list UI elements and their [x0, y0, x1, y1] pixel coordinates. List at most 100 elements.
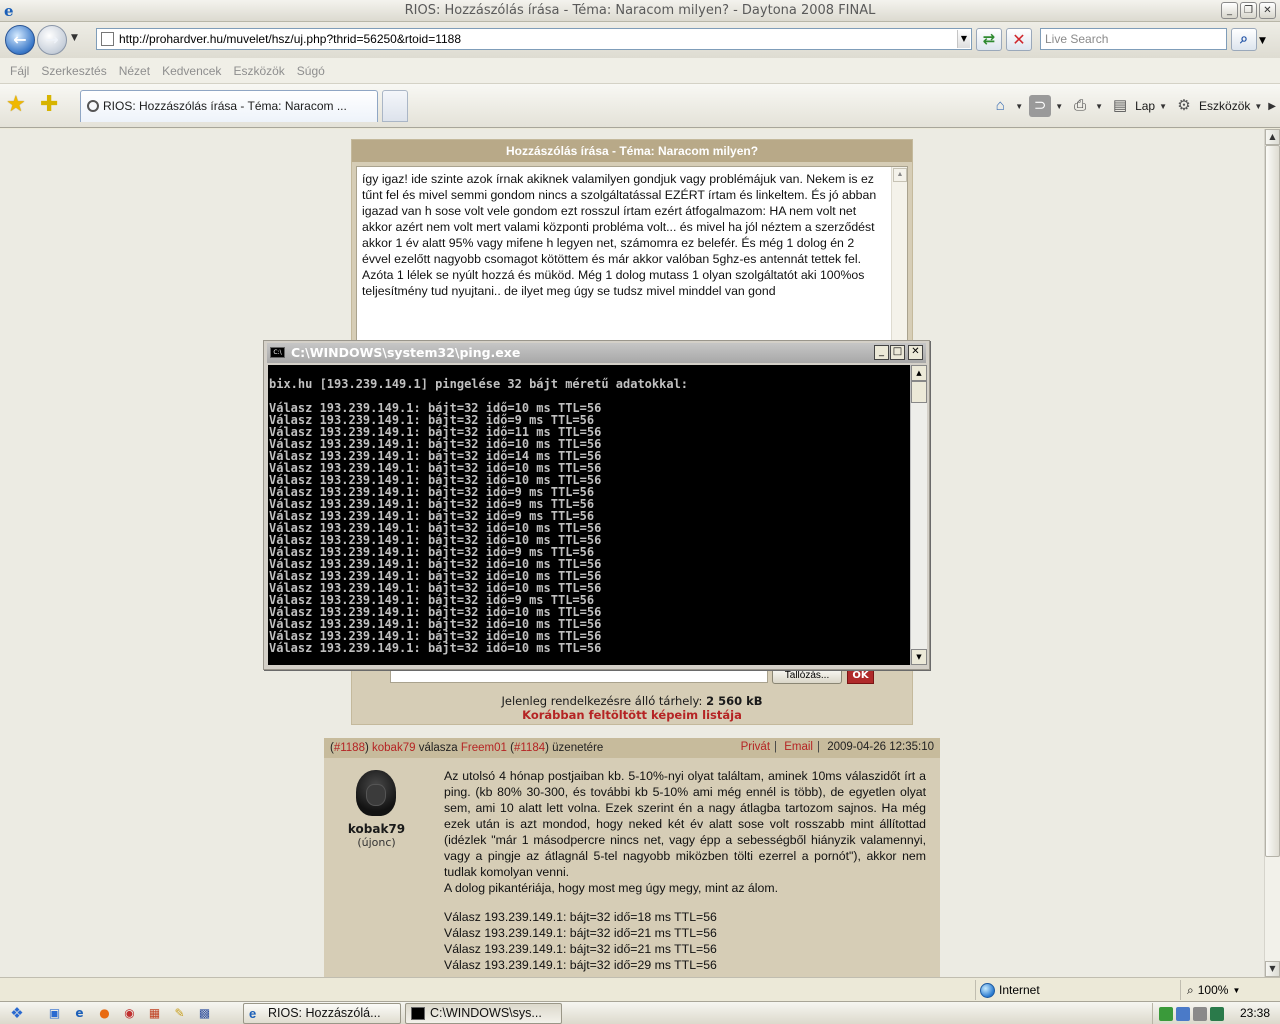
message-textarea[interactable]: így igaz! ide szinte azok írnak akiknek … — [356, 166, 908, 356]
tray-network-icon[interactable] — [1176, 1006, 1190, 1021]
tools-menu-label: Eszközök — [1199, 99, 1251, 113]
post-user-rank: (újonc) — [357, 836, 396, 849]
previous-images-link[interactable]: Korábban feltöltött képeim listája — [352, 708, 912, 722]
scroll-thumb[interactable] — [1265, 145, 1280, 857]
zoom-control[interactable]: ⌕ 100% ▼ — [1180, 980, 1240, 1000]
storage-value: 2 560 kB — [706, 694, 763, 708]
reply-word: válasza — [418, 742, 458, 754]
scroll-up-icon[interactable]: ▲ — [1265, 129, 1280, 145]
console-output: bix.hu [193.239.149.1] pingelése 32 bájt… — [268, 365, 910, 665]
menu-tools[interactable]: Eszközök — [227, 64, 290, 78]
quicklaunch-app-icon[interactable]: ◉ — [121, 1005, 138, 1022]
address-dropdown-icon[interactable]: ▼ — [957, 30, 970, 48]
page-icon: ▤ — [1112, 97, 1128, 114]
console-line: Válasz 193.239.149.1: bájt=32 idő=10 ms … — [269, 641, 602, 655]
storage-info: Jelenleg rendelkezésre álló tárhely: 2 5… — [352, 694, 912, 708]
image-upload-input[interactable] — [390, 669, 768, 683]
post-id-link[interactable]: #1188 — [334, 742, 365, 754]
menu-file[interactable]: Fájl — [4, 64, 35, 78]
post-paragraph: A dolog pikantériája, hogy most meg úgy … — [444, 881, 779, 895]
console-minimize-button[interactable]: _ — [874, 345, 889, 360]
reply-to-user-link[interactable]: Freem01 — [461, 742, 507, 754]
post-timestamp: 2009-04-26 12:35:10 — [827, 741, 934, 753]
taskbar-button-console[interactable]: C:\WINDOWS\sys... — [405, 1003, 562, 1024]
minimize-button[interactable]: _ — [1221, 2, 1238, 19]
home-button[interactable]: ⌂ ▼ — [989, 95, 1023, 117]
quicklaunch-desktop-icon[interactable]: ▣ — [46, 1005, 63, 1022]
menu-edit[interactable]: Szerkesztés — [35, 64, 112, 78]
post-ping-list: Válasz 193.239.149.1: bájt=32 idő=18 ms … — [444, 909, 926, 973]
scroll-down-icon[interactable]: ▼ — [911, 649, 927, 665]
printer-icon: ⎙ — [1074, 97, 1087, 114]
page-menu-label: Lap — [1135, 99, 1156, 113]
add-favorite-icon[interactable]: ✚ — [40, 92, 58, 117]
scroll-up-icon[interactable]: ▲ — [893, 168, 907, 182]
status-bar: Internet ⌕ 100% ▼ — [0, 977, 1280, 1001]
forward-button[interactable]: → — [37, 25, 67, 55]
post-header: (#1188) kobak79 válasza Freem01 (#1184) … — [324, 738, 940, 758]
email-link[interactable]: Email — [784, 741, 813, 753]
console-window[interactable]: C:\ C:\WINDOWS\system32\ping.exe _ □ ✕ b… — [263, 340, 930, 670]
console-title: C:\WINDOWS\system32\ping.exe — [291, 345, 521, 360]
console-title-bar[interactable]: C:\ C:\WINDOWS\system32\ping.exe _ □ ✕ — [267, 343, 926, 363]
refresh-button[interactable]: ⇄ — [976, 28, 1002, 51]
textarea-scrollbar[interactable]: ▲ — [891, 167, 907, 355]
menu-favorites[interactable]: Kedvencek — [156, 64, 227, 78]
post-author-link[interactable]: kobak79 — [372, 742, 415, 754]
task-label: RIOS: Hozzászólá... — [268, 1006, 381, 1020]
url-text[interactable]: http://prohardver.hu/muvelet/hsz/uj.php?… — [119, 32, 461, 46]
ping-line: Válasz 193.239.149.1: bájt=32 idő=18 ms … — [444, 910, 717, 924]
tab-active[interactable]: RIOS: Hozzászólás írása - Téma: Naracom … — [80, 90, 378, 122]
history-dropdown-icon[interactable]: ▼ — [71, 33, 78, 43]
tray-excel-icon[interactable] — [1210, 1006, 1224, 1021]
search-button[interactable]: ⌕ — [1231, 28, 1257, 51]
search-input[interactable]: Live Search — [1040, 28, 1227, 50]
restore-button[interactable]: ❐ — [1240, 2, 1257, 19]
page-scrollbar[interactable]: ▲ ▼ — [1264, 129, 1280, 977]
scroll-down-icon[interactable]: ▼ — [1265, 961, 1280, 977]
console-scrollbar[interactable]: ▲ ▼ — [910, 365, 927, 665]
address-bar[interactable]: http://prohardver.hu/muvelet/hsz/uj.php?… — [96, 28, 972, 50]
browser-title-bar: e RIOS: Hozzászólás írása - Téma: Naraco… — [0, 0, 1280, 22]
zone-label: Internet — [999, 983, 1040, 997]
reply-to-id-link[interactable]: #1184 — [514, 742, 545, 754]
scroll-up-icon[interactable]: ▲ — [911, 365, 927, 381]
post-body: Az utolsó 4 hónap postjaiban kb. 5-10%-n… — [444, 768, 926, 973]
tray-app-icon[interactable] — [1193, 1006, 1207, 1021]
page-menu-button[interactable]: ▤ Lap ▼ — [1109, 95, 1167, 117]
chevron-more-icon[interactable]: ▶ — [1268, 101, 1276, 112]
back-button[interactable]: ← — [5, 25, 35, 55]
menu-help[interactable]: Súgó — [291, 64, 331, 78]
browse-button[interactable]: Tallózás... — [772, 668, 842, 684]
post-username[interactable]: kobak79 — [324, 822, 429, 836]
close-button[interactable]: ✕ — [1259, 2, 1276, 19]
search-options-dropdown-icon[interactable]: ▼ — [1259, 36, 1266, 46]
zoom-dropdown-icon[interactable]: ▼ — [1232, 986, 1240, 995]
feeds-button[interactable]: ⊃ ▼ — [1029, 95, 1063, 117]
start-button[interactable]: ❖ — [4, 1004, 30, 1023]
tray-users-icon[interactable] — [1159, 1006, 1173, 1021]
quicklaunch-app2-icon[interactable]: ▦ — [146, 1005, 163, 1022]
quicklaunch-ie-icon[interactable]: e — [71, 1005, 88, 1022]
ping-line: Válasz 193.239.149.1: bájt=32 idő=29 ms … — [444, 958, 717, 972]
scroll-thumb[interactable] — [911, 381, 927, 403]
ping-line: Válasz 193.239.149.1: bájt=32 idő=21 ms … — [444, 926, 717, 940]
tools-menu-button[interactable]: ⚙ Eszközök ▼ — [1173, 95, 1262, 117]
quicklaunch-app3-icon[interactable]: ✎ — [171, 1005, 188, 1022]
gear-icon: ⚙ — [1177, 97, 1191, 114]
quicklaunch-app4-icon[interactable]: ▩ — [196, 1005, 213, 1022]
console-close-button[interactable]: ✕ — [908, 345, 923, 360]
security-zone[interactable]: Internet — [975, 980, 1040, 1000]
new-tab-button[interactable] — [382, 90, 408, 122]
taskbar-button-browser[interactable]: e RIOS: Hozzászólá... — [243, 1003, 401, 1024]
favorites-center-star-icon[interactable]: ★ — [6, 92, 26, 117]
private-message-link[interactable]: Privát — [741, 741, 770, 753]
home-icon: ⌂ — [995, 97, 1005, 114]
console-maximize-button[interactable]: □ — [890, 345, 905, 360]
stop-button[interactable]: ✕ — [1006, 28, 1032, 51]
quicklaunch-firefox-icon[interactable]: ● — [96, 1005, 113, 1022]
print-button[interactable]: ⎙ ▼ — [1069, 95, 1103, 117]
avatar — [356, 770, 396, 816]
menu-view[interactable]: Nézet — [113, 64, 156, 78]
address-toolbar: ← → ▼ http://prohardver.hu/muvelet/hsz/u… — [0, 22, 1280, 58]
